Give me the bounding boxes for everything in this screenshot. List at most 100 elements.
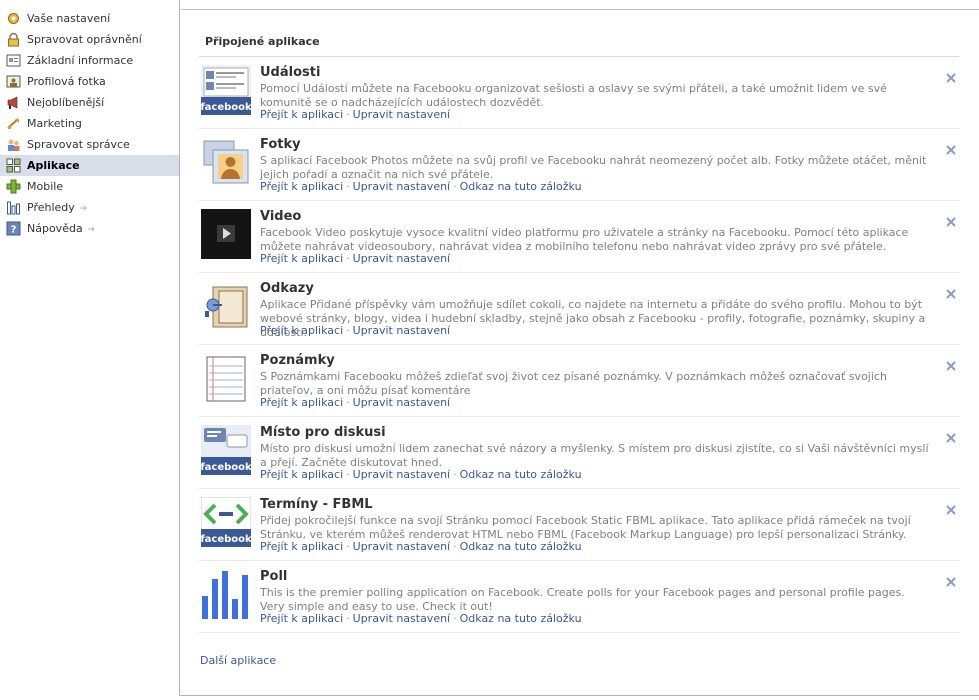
- sidebar-item-label: Nápověda: [27, 222, 83, 235]
- link-separator: ·: [346, 180, 350, 193]
- app-description: Místo pro diskusi umožní lidem zanechat …: [260, 442, 929, 469]
- app-row: Poll This is the premier polling applicat…: [199, 561, 960, 633]
- fbml-icon[interactable]: facebook: [200, 496, 252, 548]
- sidebar-item-spravovat-opr-vn-n-[interactable]: Spravovat oprávnění: [0, 29, 179, 50]
- go-to-app-link[interactable]: Přejít k aplikaci: [260, 612, 343, 625]
- info-card-icon: [6, 53, 21, 68]
- link-separator: ·: [346, 252, 350, 265]
- link-separator: ·: [346, 396, 350, 409]
- edit-settings-link[interactable]: Upravit nastavení: [353, 468, 450, 481]
- sidebar-item-label: Mobile: [27, 180, 64, 193]
- sidebar-item-label: Nejoblíbenější: [27, 96, 105, 109]
- remove-app-icon[interactable]: [944, 287, 958, 301]
- top-divider: [181, 9, 979, 10]
- app-name[interactable]: Odkazy: [260, 281, 314, 296]
- edit-settings-link[interactable]: Upravit nastavení: [353, 180, 450, 193]
- remove-app-icon[interactable]: [944, 359, 958, 373]
- sidebar-item-va-e-nastaven-[interactable]: Vaše nastavení: [0, 8, 179, 29]
- sidebar-item-profilov-fotka[interactable]: Profilová fotka: [0, 71, 179, 92]
- poll-icon[interactable]: [201, 569, 251, 619]
- app-row: facebook Události Pomocí Událostí můžete n…: [199, 57, 960, 129]
- discussion-icon[interactable]: facebook: [200, 425, 252, 475]
- sidebar-item-mobile[interactable]: Mobile: [0, 176, 179, 197]
- link-separator: ·: [453, 180, 457, 193]
- svg-text:?: ?: [11, 225, 17, 236]
- link-separator: ·: [346, 612, 350, 625]
- edit-settings-link[interactable]: Upravit nastavení: [353, 324, 450, 337]
- app-links: Přejít k aplikaci · Upravit nastavení: [260, 108, 450, 122]
- tab-link[interactable]: Odkaz na tuto záložku: [460, 468, 582, 481]
- svg-text:facebook: facebook: [201, 462, 251, 473]
- link-separator: ·: [346, 468, 350, 481]
- links-icon[interactable]: [201, 281, 251, 331]
- app-row: Video Facebook Video poskytuje vysoce kva…: [199, 201, 960, 273]
- sidebar-item-p-ehledy[interactable]: Přehledy ➔: [0, 197, 179, 218]
- sidebar-item-label: Spravovat oprávnění: [27, 33, 142, 46]
- remove-app-icon[interactable]: [944, 503, 958, 517]
- sidebar-item-nejobl-ben-j-[interactable]: Nejoblíbenější: [0, 92, 179, 113]
- app-name[interactable]: Fotky: [260, 137, 301, 152]
- svg-text:facebook: facebook: [201, 102, 251, 113]
- remove-app-icon[interactable]: [944, 575, 958, 589]
- remove-app-icon[interactable]: [944, 143, 958, 157]
- sidebar-item-aplikace[interactable]: Aplikace: [0, 155, 179, 176]
- app-links: Přejít k aplikaci · Upravit nastavení · Odka…: [260, 540, 582, 554]
- app-links: Přejít k aplikaci · Upravit nastavení · Odka…: [260, 468, 582, 482]
- app-links: Přejít k aplikaci · Upravit nastavení: [260, 252, 450, 266]
- photos-icon[interactable]: [201, 137, 251, 187]
- app-name[interactable]: Video: [260, 209, 301, 224]
- notes-icon[interactable]: [201, 353, 251, 403]
- go-to-app-link[interactable]: Přejít k aplikaci: [260, 396, 343, 409]
- go-to-app-link[interactable]: Přejít k aplikaci: [260, 540, 343, 553]
- sidebar-item-marketing[interactable]: Marketing: [0, 113, 179, 134]
- app-description: S Poznámkami Facebooku môžeš zdieľať svo…: [260, 370, 887, 397]
- edit-settings-link[interactable]: Upravit nastavení: [353, 252, 450, 265]
- sidebar-item-label: Přehledy: [27, 201, 75, 214]
- go-to-app-link[interactable]: Přejít k aplikaci: [260, 252, 343, 265]
- app-name[interactable]: Poll: [260, 569, 287, 584]
- insights-icon: [6, 200, 21, 215]
- sidebar-item-z-kladn-informace[interactable]: Základní informace: [0, 50, 179, 71]
- edit-settings-link[interactable]: Upravit nastavení: [353, 396, 450, 409]
- app-description: Pomocí Událostí můžete na Facebooku orga…: [260, 82, 887, 109]
- app-name[interactable]: Místo pro diskusi: [260, 425, 386, 440]
- app-name[interactable]: Poznámky: [260, 353, 335, 368]
- app-description: Facebook Video poskytuje vysoce kvalitní…: [260, 226, 909, 253]
- sidebar-item-n-pov-da[interactable]: ? Nápověda ➔: [0, 218, 179, 239]
- edit-settings-link[interactable]: Upravit nastavení: [353, 612, 450, 625]
- app-name[interactable]: Události: [260, 65, 320, 80]
- remove-app-icon[interactable]: [944, 71, 958, 85]
- app-description: Přidej pokročilejší funkce na svojí Strá…: [260, 514, 911, 541]
- go-to-app-link[interactable]: Přejít k aplikaci: [260, 324, 343, 337]
- link-separator: ·: [346, 540, 350, 553]
- go-to-app-link[interactable]: Přejít k aplikaci: [260, 468, 343, 481]
- app-links: Přejít k aplikaci · Upravit nastavení · Odka…: [260, 180, 582, 194]
- app-row: Odkazy Aplikace Přidané příspěvky vám umo…: [199, 273, 960, 345]
- tab-link[interactable]: Odkaz na tuto záložku: [460, 540, 582, 553]
- app-name[interactable]: Termíny - FBML: [260, 497, 373, 512]
- tab-link[interactable]: Odkaz na tuto záložku: [460, 612, 582, 625]
- link-separator: ·: [453, 468, 457, 481]
- tab-link[interactable]: Odkaz na tuto záložku: [460, 180, 582, 193]
- link-separator: ·: [346, 324, 350, 337]
- remove-app-icon[interactable]: [944, 215, 958, 229]
- app-links: Přejít k aplikaci · Upravit nastavení · Odka…: [260, 612, 582, 626]
- lock-icon: [6, 32, 21, 47]
- apps-icon: [6, 158, 21, 173]
- events-icon[interactable]: facebook: [200, 65, 252, 115]
- section-title: Připojené aplikace: [205, 35, 320, 48]
- link-separator: ·: [453, 540, 457, 553]
- sidebar-item-spravovat-spr-vce[interactable]: Spravovat správce: [0, 134, 179, 155]
- app-row: facebook Místo pro diskusi Místo pro disku…: [199, 417, 960, 489]
- remove-app-icon[interactable]: [944, 431, 958, 445]
- go-to-app-link[interactable]: Přejít k aplikaci: [260, 108, 343, 121]
- edit-settings-link[interactable]: Upravit nastavení: [353, 108, 450, 121]
- more-apps-link[interactable]: Další aplikace: [200, 654, 276, 667]
- mobile-icon: [6, 179, 21, 194]
- svg-text:facebook: facebook: [201, 534, 251, 545]
- help-icon: ?: [6, 221, 21, 236]
- go-to-app-link[interactable]: Přejít k aplikaci: [260, 180, 343, 193]
- link-separator: ·: [346, 108, 350, 121]
- edit-settings-link[interactable]: Upravit nastavení: [353, 540, 450, 553]
- video-icon[interactable]: [201, 209, 251, 259]
